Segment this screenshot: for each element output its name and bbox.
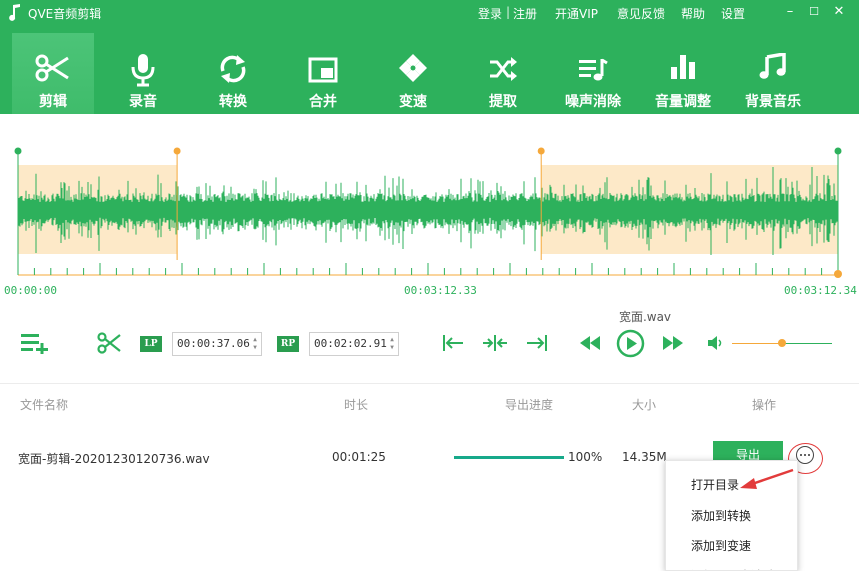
file-size-cell: 14.35M xyxy=(622,450,667,464)
register-link[interactable]: 注册 xyxy=(513,5,537,22)
tab-merge-label: 合并 xyxy=(309,94,337,110)
rp-marker-handle[interactable] xyxy=(537,147,545,155)
jump-to-center-icon[interactable] xyxy=(482,334,508,352)
rp-time-input[interactable]: 00:02:02.91 ▲ ▼ xyxy=(309,332,399,356)
playhead-handle[interactable] xyxy=(834,270,842,278)
help-link[interactable]: 帮助 xyxy=(681,5,705,22)
tab-merge[interactable]: 合并 xyxy=(282,33,364,114)
tab-noise-removal-label: 噪声消除 xyxy=(565,94,621,110)
fast-forward-icon[interactable] xyxy=(662,336,684,350)
scissors-icon xyxy=(35,54,69,82)
lp-time-spinner[interactable]: ▲ ▼ xyxy=(251,336,259,352)
timeline-ticks xyxy=(17,263,839,275)
volume-bars-icon xyxy=(671,55,695,79)
playback-controls: LP 00:00:37.06 ▲ ▼ RP 00:02:02.91 ▲ ▼ 宽面.w… xyxy=(0,304,859,382)
export-progress-fill xyxy=(454,456,564,459)
tab-background-music[interactable]: 背景音乐 xyxy=(732,33,814,114)
lp-time-input[interactable]: 00:00:37.06 ▲ ▼ xyxy=(172,332,262,356)
list-divider xyxy=(0,383,859,384)
start-marker-handle[interactable] xyxy=(14,147,22,155)
jump-to-end-icon[interactable] xyxy=(526,334,548,352)
header: QVE音频剪辑 登录 | 注册 开通VIP 意见反馈 帮助 设置 – ☐ ✕ 剪… xyxy=(0,0,859,114)
jump-to-start-icon[interactable] xyxy=(442,334,464,352)
rewind-icon[interactable] xyxy=(579,336,601,350)
vip-link[interactable]: 开通VIP xyxy=(555,5,598,22)
link-separator: | xyxy=(506,5,511,19)
file-duration-cell: 00:01:25 xyxy=(332,450,386,464)
login-link[interactable]: 登录 xyxy=(478,5,502,22)
toolbar: 剪辑 录音 转换 合并 变速 提取 噪声消除 音量调整 背景音乐 xyxy=(0,33,859,114)
tab-volume[interactable]: 音量调整 xyxy=(642,33,724,114)
end-marker-handle[interactable] xyxy=(834,147,842,155)
music-note-icon xyxy=(759,53,786,79)
app-window: QVE音频剪辑 登录 | 注册 开通VIP 意见反馈 帮助 设置 – ☐ ✕ 剪… xyxy=(0,0,859,571)
maximize-button[interactable]: ☐ xyxy=(805,3,823,21)
scissors-icon[interactable] xyxy=(97,332,121,354)
rp-tag: RP xyxy=(277,336,299,352)
tab-extract[interactable]: 提取 xyxy=(462,33,544,114)
volume-slider-track xyxy=(782,343,832,344)
lp-time-value: 00:00:37.06 xyxy=(177,337,250,350)
tab-extract-label: 提取 xyxy=(489,94,517,110)
menu-item-add-to-convert[interactable]: 添加到转换 xyxy=(666,501,797,531)
column-header-name: 文件名称 xyxy=(20,398,69,412)
volume-speaker-icon[interactable] xyxy=(707,336,723,350)
tab-convert[interactable]: 转换 xyxy=(192,33,274,114)
file-list-header: 文件名称 时长 导出进度 大小 操作 xyxy=(0,396,859,414)
play-button-icon[interactable] xyxy=(616,329,645,358)
settings-link[interactable]: 设置 xyxy=(721,5,745,22)
merge-icon xyxy=(308,57,338,83)
current-file-name: 宽面.wav xyxy=(618,310,672,324)
tab-speed-label: 变速 xyxy=(399,94,427,110)
title-bar: QVE音频剪辑 登录 | 注册 开通VIP 意见反馈 帮助 设置 – ☐ ✕ xyxy=(0,0,859,26)
progress-percent: 100% xyxy=(568,450,603,464)
extract-icon xyxy=(490,57,517,81)
tab-convert-label: 转换 xyxy=(219,94,247,110)
waveform-canvas[interactable] xyxy=(0,114,859,284)
top-links: 登录 | 注册 开通VIP 意见反馈 帮助 设置 xyxy=(0,5,859,21)
add-to-list-icon[interactable] xyxy=(21,332,49,354)
menu-item-add-to-noise-removal[interactable]: 添加到噪声消除 xyxy=(666,561,797,570)
export-progress-bar xyxy=(454,456,564,459)
tab-speed[interactable]: 变速 xyxy=(372,33,454,114)
context-menu: 打开目录 添加到转换 添加到变速 添加到噪声消除 xyxy=(665,460,798,571)
lp-marker-handle[interactable] xyxy=(173,147,181,155)
start-time-label: 00:00:00 xyxy=(4,284,57,297)
tab-cut-label: 剪辑 xyxy=(39,94,67,110)
column-header-size: 大小 xyxy=(632,398,657,412)
lp-tag: LP xyxy=(140,336,162,352)
mid-time-label: 00:03:12.33 xyxy=(404,284,477,297)
end-time-label: 00:03:12.34 xyxy=(784,284,857,297)
noise-icon xyxy=(579,58,608,81)
volume-slider-fill xyxy=(732,343,782,344)
volume-slider[interactable] xyxy=(732,339,832,357)
tab-record[interactable]: 录音 xyxy=(102,33,184,114)
tab-cut[interactable]: 剪辑 xyxy=(12,33,94,114)
rp-time-spinner[interactable]: ▲ ▼ xyxy=(388,336,396,352)
waveform-editor[interactable]: 00:00:00 00:03:12.33 00:03:12.34 xyxy=(0,114,859,304)
feedback-link[interactable]: 意见反馈 xyxy=(617,5,665,22)
tab-record-label: 录音 xyxy=(129,94,157,110)
column-header-progress: 导出进度 xyxy=(505,398,554,412)
minimize-button[interactable]: – xyxy=(781,3,799,21)
tab-background-music-label: 背景音乐 xyxy=(745,94,801,110)
volume-slider-knob[interactable] xyxy=(778,339,786,347)
convert-icon xyxy=(220,55,246,83)
menu-item-open-folder[interactable]: 打开目录 xyxy=(666,470,797,500)
close-button[interactable]: ✕ xyxy=(830,3,848,21)
column-header-duration: 时长 xyxy=(344,398,369,412)
tab-noise-removal[interactable]: 噪声消除 xyxy=(552,33,634,114)
menu-item-add-to-speed[interactable]: 添加到变速 xyxy=(666,531,797,561)
tab-volume-label: 音量调整 xyxy=(655,94,711,110)
microphone-icon xyxy=(131,54,155,87)
file-name-cell: 宽面-剪辑-20201230120736.wav xyxy=(18,452,210,466)
speed-icon xyxy=(399,54,427,82)
column-header-actions: 操作 xyxy=(752,398,777,412)
rp-time-value: 00:02:02.91 xyxy=(314,337,387,350)
